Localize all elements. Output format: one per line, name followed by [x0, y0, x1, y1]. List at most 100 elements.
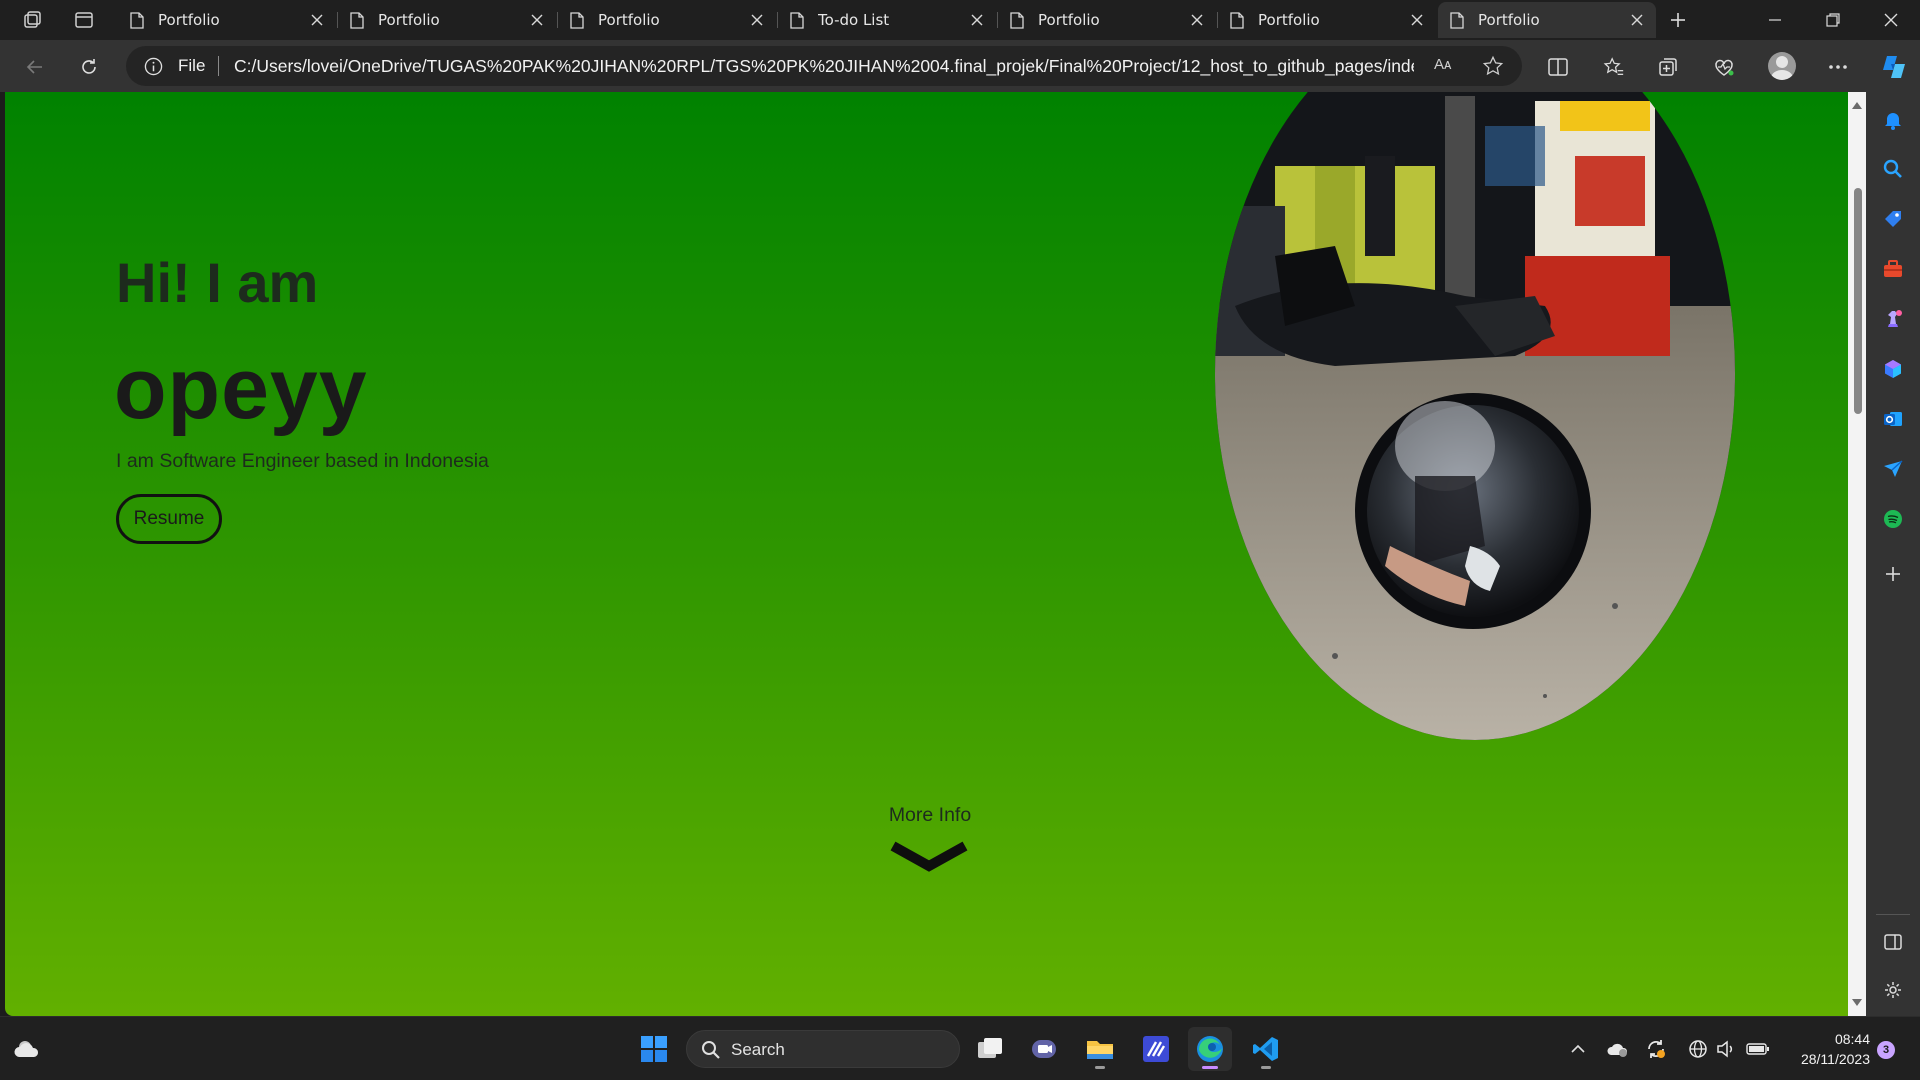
- workspaces-icon[interactable]: [16, 6, 48, 34]
- tab-title: Portfolio: [158, 11, 220, 29]
- volume-icon[interactable]: [1712, 1035, 1740, 1063]
- games-chess-icon[interactable]: [1879, 305, 1907, 333]
- browser-essentials-icon[interactable]: [1708, 51, 1740, 83]
- browser-tab[interactable]: Portfolio: [338, 2, 556, 38]
- tools-briefcase-icon[interactable]: [1879, 255, 1907, 283]
- site-info-icon[interactable]: [144, 57, 163, 80]
- edge-sidebar: [1866, 92, 1920, 1016]
- tab-strip: Portfolio Portfolio Portfolio To-do List Por…: [0, 0, 1920, 40]
- scheme-label: File: [178, 56, 206, 75]
- start-windows-icon[interactable]: [632, 1027, 676, 1071]
- taskbar: Search 08:44 28/11/2023 3: [0, 1016, 1920, 1080]
- browser-tab[interactable]: Portfolio: [1218, 2, 1436, 38]
- chevron-down-icon[interactable]: [889, 840, 969, 874]
- clock-time: 08:44: [1834, 1031, 1870, 1047]
- editor-app-icon[interactable]: [1134, 1027, 1178, 1071]
- close-tab-icon[interactable]: [310, 13, 324, 27]
- spotify-icon[interactable]: [1879, 505, 1907, 533]
- edge-browser-icon[interactable]: [1188, 1027, 1232, 1071]
- new-tab-button[interactable]: [1664, 6, 1692, 34]
- navigation-bar: File C:/Users/lovei/OneDrive/TUGAS%20PAK…: [0, 40, 1920, 92]
- tab-separator: [337, 12, 338, 28]
- close-tab-icon[interactable]: [970, 13, 984, 27]
- tab-title: Portfolio: [1258, 11, 1320, 29]
- weather-icon[interactable]: [6, 1027, 50, 1071]
- restore-button[interactable]: [1806, 0, 1860, 40]
- browser-tab[interactable]: Portfolio: [998, 2, 1216, 38]
- network-globe-icon[interactable]: [1684, 1035, 1712, 1063]
- document-icon: [570, 11, 584, 29]
- minimize-button[interactable]: [1748, 0, 1802, 40]
- taskbar-search-box[interactable]: Search: [686, 1030, 960, 1068]
- browser-tab[interactable]: To-do List: [778, 2, 996, 38]
- refresh-button[interactable]: [72, 50, 106, 84]
- tab-separator: [557, 12, 558, 28]
- browser-tab[interactable]: Portfolio: [558, 2, 776, 38]
- profile-avatar[interactable]: [1768, 52, 1796, 80]
- outlook-icon[interactable]: [1879, 405, 1907, 433]
- vscode-icon[interactable]: [1244, 1027, 1288, 1071]
- split-screen-icon[interactable]: [1542, 51, 1574, 83]
- tab-separator: [997, 12, 998, 28]
- page-scrollbar[interactable]: [1848, 92, 1866, 1016]
- collections-icon[interactable]: [1652, 51, 1684, 83]
- sync-icon[interactable]: [1642, 1035, 1670, 1063]
- document-icon: [350, 11, 364, 29]
- battery-icon[interactable]: [1744, 1035, 1772, 1063]
- microsoft-365-icon[interactable]: [1879, 355, 1907, 383]
- close-tab-icon[interactable]: [1410, 13, 1424, 27]
- more-info-label[interactable]: More Info: [865, 804, 995, 827]
- tab-title: To-do List: [818, 11, 890, 29]
- task-view-icon[interactable]: [968, 1027, 1012, 1071]
- tab-title: Portfolio: [598, 11, 660, 29]
- back-button[interactable]: [18, 50, 52, 84]
- scrollbar-thumb[interactable]: [1854, 188, 1862, 414]
- tab-title: Portfolio: [1038, 11, 1100, 29]
- browser-tab[interactable]: Portfolio: [118, 2, 336, 38]
- tab-separator: [777, 12, 778, 28]
- address-bar[interactable]: File C:/Users/lovei/OneDrive/TUGAS%20PAK…: [126, 46, 1522, 86]
- document-icon: [790, 11, 804, 29]
- browser-tab[interactable]: Portfolio: [1438, 2, 1656, 38]
- favorite-star-icon[interactable]: [1482, 55, 1504, 81]
- close-tab-icon[interactable]: [1630, 13, 1644, 27]
- read-aloud-icon[interactable]: Aᴀ: [1434, 56, 1451, 73]
- scroll-up-arrow[interactable]: [1852, 102, 1862, 109]
- running-indicator: [1202, 1066, 1218, 1069]
- close-tab-icon[interactable]: [1190, 13, 1204, 27]
- notifications-bell-icon[interactable]: [1879, 106, 1907, 134]
- tab-actions-icon[interactable]: [68, 6, 100, 34]
- scroll-down-arrow[interactable]: [1852, 999, 1862, 1006]
- name-heading: opeyy: [114, 341, 368, 437]
- clock-date: 28/11/2023: [1800, 1051, 1870, 1067]
- favorites-icon[interactable]: [1598, 51, 1630, 83]
- search-icon[interactable]: [1879, 155, 1907, 183]
- close-tab-icon[interactable]: [530, 13, 544, 27]
- onedrive-cloud-icon[interactable]: [1604, 1035, 1632, 1063]
- show-hidden-icons-chevron[interactable]: [1564, 1035, 1592, 1063]
- page-viewport: Hi! I am opeyy I am Software Engineer ba…: [5, 92, 1848, 1016]
- sidebar-settings-icon[interactable]: [1879, 976, 1907, 1004]
- sidebar-divider: [1876, 914, 1910, 915]
- shopping-tag-icon[interactable]: [1879, 205, 1907, 233]
- close-window-button[interactable]: [1864, 0, 1918, 40]
- resume-button[interactable]: Resume: [116, 494, 222, 544]
- system-clock[interactable]: 08:44 28/11/2023: [1780, 1029, 1870, 1069]
- url-text[interactable]: C:/Users/lovei/OneDrive/TUGAS%20PAK%20JI…: [234, 56, 1414, 77]
- close-tab-icon[interactable]: [750, 13, 764, 27]
- notification-badge[interactable]: 3: [1877, 1041, 1895, 1059]
- tagline-text: I am Software Engineer based in Indonesi…: [116, 450, 489, 472]
- tab-title: Portfolio: [1478, 11, 1540, 29]
- drop-send-icon[interactable]: [1879, 455, 1907, 483]
- tab-separator: [1217, 12, 1218, 28]
- search-icon: [702, 1041, 720, 1059]
- more-options-icon[interactable]: [1822, 51, 1854, 83]
- document-icon: [1230, 11, 1244, 29]
- running-indicator: [1261, 1066, 1271, 1069]
- teams-chat-icon[interactable]: [1022, 1027, 1066, 1071]
- file-explorer-icon[interactable]: [1078, 1027, 1122, 1071]
- copilot-icon[interactable]: [1876, 51, 1912, 83]
- greeting-text: Hi! I am: [116, 251, 319, 314]
- add-sidebar-app-icon[interactable]: [1879, 560, 1907, 588]
- hide-sidebar-icon[interactable]: [1879, 928, 1907, 956]
